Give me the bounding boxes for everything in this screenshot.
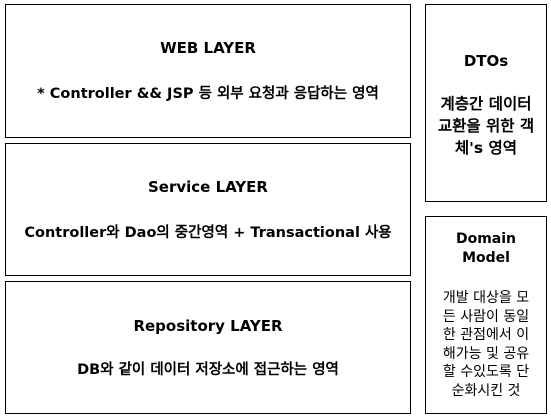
domain-model-description-line: 개발 대상을 모 [442,290,530,306]
dtos-description-line: 교환을 위한 객 [437,117,535,135]
web-layer-title: WEB LAYER [160,39,256,57]
domain-model-description-line: 해가능 및 공유 [442,345,530,362]
dtos-box: DTOs 계층간 데이터 교환을 위한 객 체's 영역 [425,4,547,202]
domain-model-title-line: Model [462,250,510,266]
domain-model-description-line: 한 관점에서 이 [442,327,530,343]
dtos-description: 계층간 데이터 교환을 위한 객 체's 영역 [430,93,542,159]
domain-model-description-line: 할 수있도록 단 [442,364,530,380]
dtos-description-line: 계층간 데이터 [440,95,532,113]
dtos-title: DTOs [463,52,509,70]
service-layer-description: Controller와 Dao의 중간영역 + Transactional 사용 [24,225,392,241]
repository-layer-title: Repository LAYER [133,317,283,335]
domain-model-box: Domain Model 개발 대상을 모 든 사람이 동일 한 관점에서 이 … [425,216,547,414]
domain-model-title: Domain Model [426,230,546,268]
dtos-description-line: 체's 영역 [454,139,518,157]
repository-layer-description: DB와 같이 데이터 저장소에 접근하는 영역 [77,362,339,378]
web-layer-description: * Controller && JSP 등 외부 요청과 응답하는 영역 [37,86,379,102]
domain-model-description: 개발 대상을 모 든 사람이 동일 한 관점에서 이 해가능 및 공유 할 수있… [430,289,542,400]
web-layer-box: WEB LAYER * Controller && JSP 등 외부 요청과 응… [5,4,411,138]
domain-model-title-line: Domain [455,231,517,247]
repository-layer-box: Repository LAYER DB와 같이 데이터 저장소에 접근하는 영역 [5,281,411,414]
service-layer-title: Service LAYER [148,178,268,196]
service-layer-box: Service LAYER Controller와 Dao의 중간영역 + Tr… [5,143,411,276]
domain-model-description-line: 순화시킨 것 [451,382,521,399]
domain-model-description-line: 든 사람이 동일 [442,308,530,325]
